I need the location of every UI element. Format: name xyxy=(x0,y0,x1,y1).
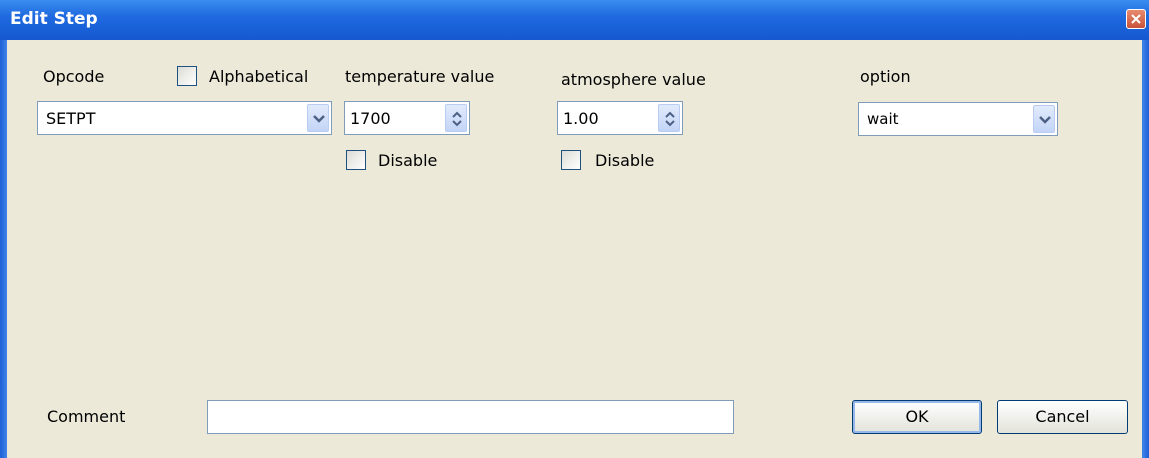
temperature-spinner[interactable]: 1700 xyxy=(344,101,470,135)
temperature-disable-checkbox[interactable] xyxy=(346,150,366,170)
window-border-right xyxy=(1142,40,1149,458)
cancel-button[interactable]: Cancel xyxy=(997,400,1128,434)
window-title: Edit Step xyxy=(10,9,98,29)
chevron-down-icon xyxy=(313,115,325,123)
alphabetical-checkbox[interactable] xyxy=(177,66,197,86)
close-icon xyxy=(1131,14,1141,24)
option-value: wait xyxy=(867,110,899,128)
temperature-spin-buttons[interactable] xyxy=(445,104,467,132)
opcode-dropdown-button[interactable] xyxy=(307,104,329,132)
option-dropdown-button[interactable] xyxy=(1033,105,1055,133)
temperature-disable-label: Disable xyxy=(378,151,438,170)
spin-arrows-icon xyxy=(665,111,675,127)
opcode-select[interactable]: SETPT xyxy=(37,101,332,135)
temperature-value: 1700 xyxy=(350,109,391,128)
atmosphere-disable-checkbox[interactable] xyxy=(561,150,581,170)
ok-button[interactable]: OK xyxy=(852,400,982,434)
comment-label: Comment xyxy=(47,407,126,426)
window-border-left xyxy=(0,40,7,458)
spin-arrows-icon xyxy=(452,111,462,127)
comment-input[interactable] xyxy=(207,400,734,434)
atmosphere-label: atmosphere value xyxy=(561,70,706,89)
option-label: option xyxy=(860,67,911,86)
temperature-label: temperature value xyxy=(345,67,495,86)
atmosphere-spinner[interactable]: 1.00 xyxy=(557,101,683,135)
opcode-value: SETPT xyxy=(46,109,96,128)
atmosphere-spin-buttons[interactable] xyxy=(658,104,680,132)
close-button[interactable] xyxy=(1126,9,1146,29)
alphabetical-label: Alphabetical xyxy=(209,67,309,86)
title-bar[interactable]: Edit Step xyxy=(0,0,1149,40)
opcode-label: Opcode xyxy=(43,67,105,86)
atmosphere-disable-label: Disable xyxy=(595,151,655,170)
edit-step-dialog: Edit Step Opcode Alphabetical SETPT temp… xyxy=(0,0,1149,458)
chevron-down-icon xyxy=(1039,116,1051,124)
atmosphere-value: 1.00 xyxy=(563,109,599,128)
option-select[interactable]: wait xyxy=(858,102,1058,136)
